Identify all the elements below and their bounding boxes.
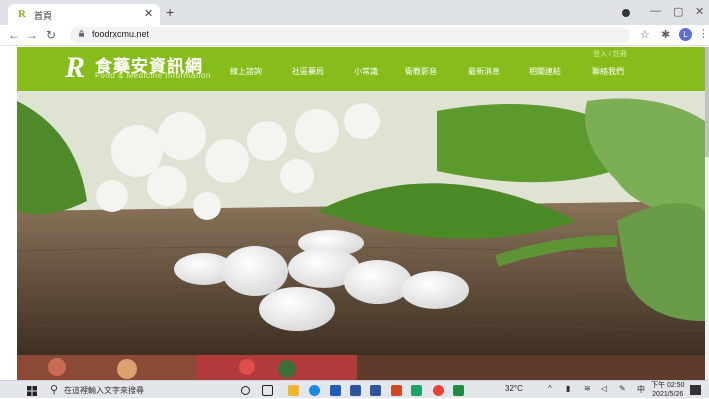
tray-network-icon[interactable]: ≋ [584, 384, 591, 393]
nav-tips[interactable]: 小常識 [354, 66, 378, 77]
profile-menu-icon[interactable] [622, 9, 630, 17]
notification-center-icon[interactable] [690, 385, 701, 395]
site-header: R 食藥安資訊網 Food & Medicine Information 登入 … [17, 47, 705, 91]
file-explorer-icon[interactable] [288, 385, 299, 396]
weather-temperature[interactable]: 32°C [505, 384, 523, 393]
mail-icon[interactable] [330, 385, 341, 396]
hero-pills-image [17, 91, 705, 355]
nav-health-videos[interactable]: 衛教影音 [405, 66, 437, 77]
nav-community-pharmacy[interactable]: 社區藥局 [292, 66, 324, 77]
browser-menu-icon[interactable]: ⋮ [698, 27, 709, 40]
maximize-icon[interactable]: ▢ [673, 5, 683, 18]
taskbar-clock[interactable]: 下午 02:50 2021/5/26 [651, 381, 684, 399]
new-tab-icon[interactable]: + [166, 4, 174, 20]
word-doc-icon[interactable] [370, 385, 381, 396]
browser-toolbar: ← → ↻ foodrxcmu.net ☆ ✱ L ⋮ [0, 25, 709, 46]
content-thumbnail-strip[interactable] [17, 355, 705, 380]
thumbnail-images [17, 355, 705, 380]
browser-tab-strip: R 首頁 ✕ + — ▢ ✕ [0, 0, 709, 25]
nav-related-links[interactable]: 相關連結 [529, 66, 561, 77]
word-icon[interactable] [350, 385, 361, 396]
powerpoint-icon[interactable] [391, 385, 402, 396]
taskbar-search-icon[interactable]: ⚲ [50, 383, 58, 396]
tab-close-icon[interactable]: ✕ [144, 7, 153, 20]
edge-icon[interactable] [309, 385, 320, 396]
cortana-icon[interactable] [241, 386, 250, 395]
site-logo-rx[interactable]: R [65, 49, 85, 87]
task-view-icon[interactable] [262, 385, 273, 396]
forward-icon[interactable]: → [26, 28, 38, 42]
nav-latest-news[interactable]: 最新消息 [468, 66, 500, 77]
clock-time: 下午 02:50 [651, 382, 685, 389]
reload-icon[interactable]: ↻ [46, 28, 56, 42]
bookmark-star-icon[interactable]: ☆ [640, 28, 650, 41]
profile-avatar[interactable]: L [679, 28, 692, 41]
app-green-icon[interactable] [453, 385, 464, 396]
ime-indicator[interactable]: 中 [637, 384, 645, 395]
scrollbar-thumb[interactable] [705, 47, 709, 157]
tray-battery-icon[interactable]: ▮ [566, 384, 570, 393]
windows-start-icon[interactable] [27, 386, 37, 396]
address-bar[interactable]: foodrxcmu.net [70, 27, 630, 43]
nav-online-consult[interactable]: 線上諮詢 [230, 66, 262, 77]
minimize-icon[interactable]: — [650, 5, 661, 17]
line-icon[interactable] [411, 385, 422, 396]
login-register-link[interactable]: 登入 / 註冊 [593, 49, 627, 59]
tray-volume-icon[interactable]: ◁ [601, 384, 607, 393]
tray-chevron-up-icon[interactable]: ^ [548, 384, 552, 393]
lock-icon [79, 30, 84, 37]
hero-banner[interactable] [17, 91, 705, 355]
tray-pen-icon[interactable]: ✎ [619, 384, 626, 393]
taskbar-search-box[interactable]: 在這裡輸入文字來搜尋 [64, 385, 144, 396]
chrome-icon[interactable] [433, 385, 444, 396]
close-window-icon[interactable]: ✕ [695, 5, 704, 18]
browser-tab[interactable]: R 首頁 ✕ [8, 4, 160, 25]
url-text: foodrxcmu.net [92, 29, 150, 39]
nav-contact-us[interactable]: 聯絡我們 [592, 66, 624, 77]
windows-taskbar: ⚲ 在這裡輸入文字來搜尋 32°C ^ ▮ ≋ ◁ ✎ 中 下午 02:50 2… [0, 380, 709, 398]
back-icon[interactable]: ← [8, 28, 20, 42]
site-favicon-icon: R [18, 8, 26, 20]
tab-title: 首頁 [34, 11, 53, 21]
extensions-puzzle-icon[interactable]: ✱ [661, 28, 670, 41]
site-logo-subtitle: Food & Medicine Information [95, 71, 211, 80]
